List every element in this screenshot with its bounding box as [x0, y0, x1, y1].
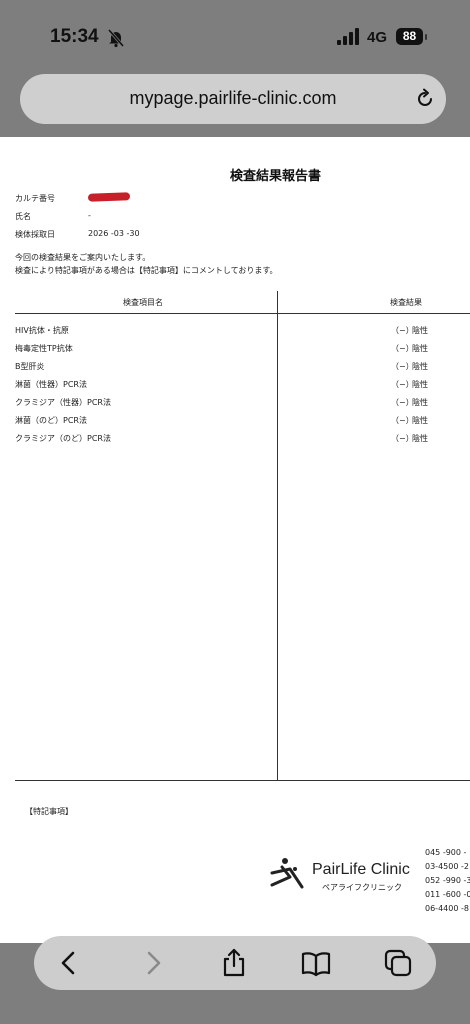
status-bar: 15:34 4G 88	[0, 0, 470, 72]
result-mark: （−）	[391, 398, 414, 407]
result-value: 陰性	[412, 344, 428, 353]
browser-toolbar	[34, 936, 436, 990]
table-header-rule	[15, 313, 470, 314]
result-mark: （−）	[391, 380, 414, 389]
field-label-name: 氏名	[15, 212, 31, 221]
signal-bars-icon	[337, 28, 359, 45]
chevron-left-icon[interactable]	[53, 947, 85, 979]
notice-line-1: 今回の検査結果をご案内いたします。	[15, 253, 151, 262]
battery-terminal	[425, 34, 427, 40]
tabs-icon[interactable]	[382, 947, 414, 979]
clinic-phone: 045 -900 -	[425, 848, 467, 857]
reload-icon[interactable]	[414, 88, 436, 110]
field-value-name: -	[88, 211, 91, 220]
field-value-sample-date: 2026 -03 -30	[88, 229, 140, 238]
result-mark: （−）	[391, 362, 414, 371]
network-type: 4G	[367, 29, 388, 46]
clinic-phone: 011 -600 -0	[425, 890, 470, 899]
field-label-chart-no: カルテ番号	[15, 194, 55, 203]
result-mark: （−）	[391, 434, 414, 443]
report-title: 検査結果報告書	[230, 169, 322, 184]
test-name: クラミジア（性器）PCR法	[15, 398, 111, 407]
test-name: B型肝炎	[15, 362, 45, 371]
remarks-label: 【特記事項】	[25, 807, 73, 816]
clinic-phone: 06-4400 -8	[425, 904, 469, 913]
clinic-name: PairLife Clinic	[312, 861, 410, 878]
redaction-mark	[87, 192, 131, 202]
address-bar[interactable]: mypage.pairlife-clinic.com	[20, 74, 446, 124]
result-value: 陰性	[412, 416, 428, 425]
clinic-phone: 03-4500 -2	[425, 862, 469, 871]
table-bottom-rule	[15, 780, 470, 781]
status-time: 15:34	[50, 26, 99, 47]
column-header-result: 検査結果	[390, 298, 422, 307]
field-label-sample-date: 検体採取日	[15, 230, 55, 239]
share-icon[interactable]	[218, 947, 250, 979]
clinic-logo-icon	[270, 858, 304, 889]
result-value: 陰性	[412, 362, 428, 371]
test-name: 淋菌（性器）PCR法	[15, 380, 87, 389]
test-name: クラミジア（のど）PCR法	[15, 434, 111, 443]
table-divider	[277, 291, 278, 781]
chevron-right-icon[interactable]	[137, 947, 169, 979]
result-value: 陰性	[412, 434, 428, 443]
result-mark: （−）	[391, 416, 414, 425]
clinic-phone: 052 -990 -3	[425, 876, 470, 885]
test-name: 淋菌（のど）PCR法	[15, 416, 87, 425]
url-text[interactable]: mypage.pairlife-clinic.com	[20, 88, 446, 109]
bell-slash-icon	[107, 29, 125, 48]
result-value: 陰性	[412, 380, 428, 389]
battery-level: 88	[396, 28, 423, 45]
notice-line-2: 検査により特記事項がある場合は【特記事項】にコメントしております。	[15, 266, 278, 275]
result-mark: （−）	[391, 326, 414, 335]
result-value: 陰性	[412, 398, 428, 407]
test-name: HIV抗体・抗原	[15, 326, 69, 335]
web-page: 検査結果報告書 カルテ番号 氏名 - 検体採取日 2026 -03 -30 今回…	[0, 137, 470, 943]
test-name: 梅毒定性TP抗体	[15, 344, 73, 353]
result-value: 陰性	[412, 326, 428, 335]
book-icon[interactable]	[300, 947, 332, 979]
column-header-test-name: 検査項目名	[123, 298, 163, 307]
result-mark: （−）	[391, 344, 414, 353]
clinic-name-kana: ペアライフクリニック	[322, 883, 402, 892]
